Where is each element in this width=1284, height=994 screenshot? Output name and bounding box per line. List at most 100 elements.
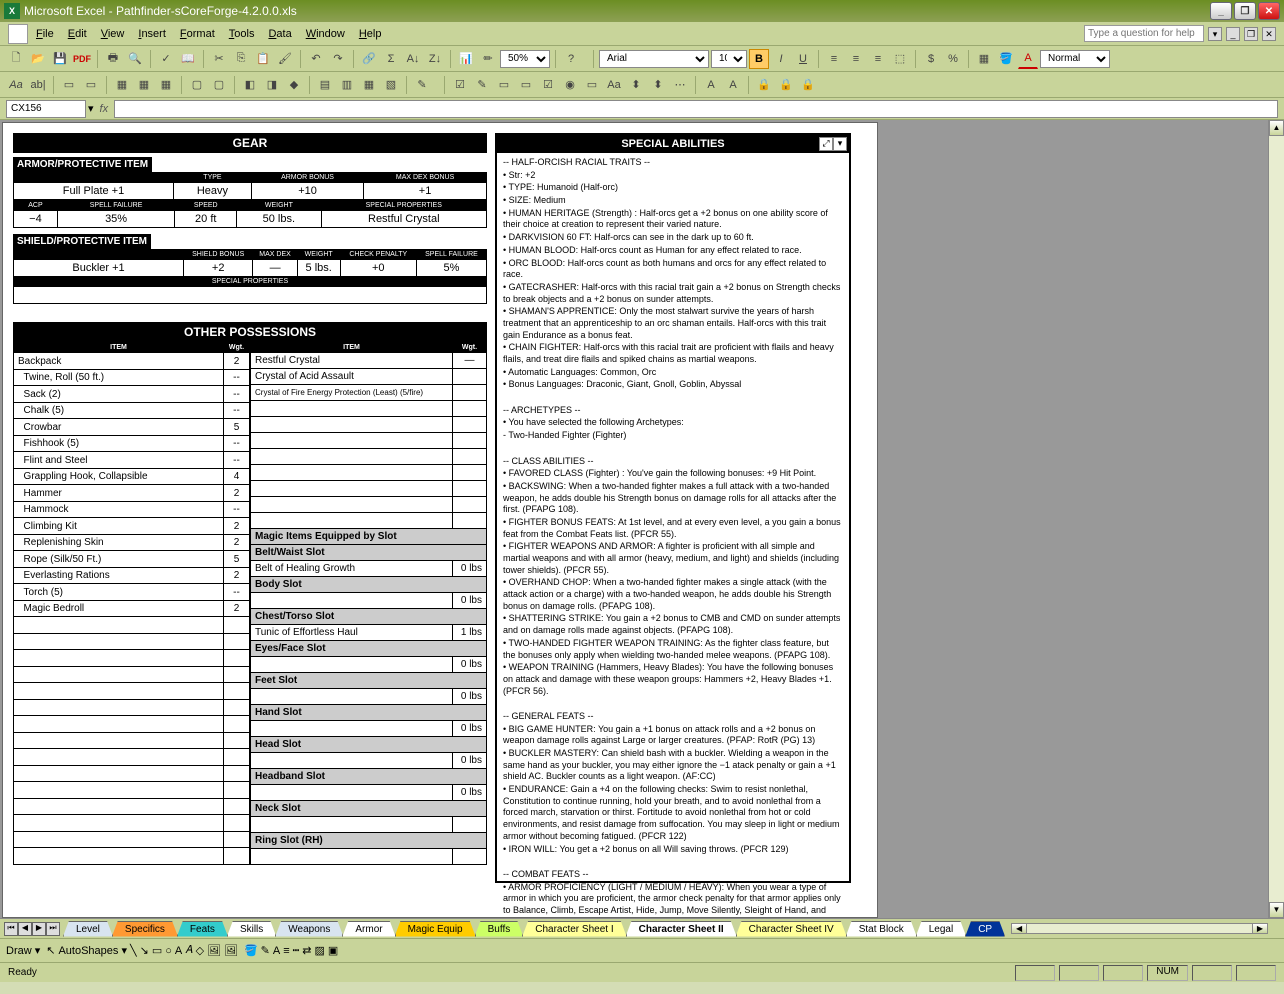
misc2-icon[interactable]: ◨ <box>262 75 282 95</box>
hyperlink-icon[interactable]: 🔗 <box>359 49 379 69</box>
misc1-icon[interactable]: ◧ <box>240 75 260 95</box>
draw-menu[interactable]: Draw ▾ <box>6 944 40 957</box>
linecolor-icon[interactable]: ✎ <box>261 944 270 957</box>
hscroll-left-icon[interactable]: ◀ <box>1011 923 1027 934</box>
arrowstyle-icon[interactable]: ⇄ <box>302 944 311 957</box>
undo-icon[interactable]: ↶ <box>306 49 326 69</box>
window1-icon[interactable]: ▭ <box>59 75 79 95</box>
misc3-icon[interactable]: ◆ <box>284 75 304 95</box>
redo-icon[interactable]: ↷ <box>328 49 348 69</box>
group-icon[interactable]: ▭ <box>582 75 602 95</box>
menu-tools[interactable]: Tools <box>229 28 255 40</box>
form1-icon[interactable]: ▢ <box>187 75 207 95</box>
scroll-down-icon[interactable]: ▼ <box>1269 902 1284 918</box>
new-icon[interactable]: 🗋 <box>6 49 26 69</box>
ab-icon[interactable]: ab| <box>28 75 48 95</box>
help-question-box[interactable] <box>1084 25 1204 42</box>
combo-icon[interactable]: ▭ <box>494 75 514 95</box>
shadow-icon[interactable]: ▨ <box>315 944 325 957</box>
arrow-icon[interactable]: ↘ <box>140 944 149 957</box>
lock-icon[interactable]: 🔒 <box>754 75 774 95</box>
sheet-tab-weapons[interactable]: Weapons <box>275 921 343 937</box>
formula-input[interactable] <box>114 100 1278 118</box>
radio-icon[interactable]: ◉ <box>560 75 580 95</box>
misc5-icon[interactable]: ▥ <box>337 75 357 95</box>
tab-prev-icon[interactable]: ◀ <box>18 922 32 936</box>
menu-help[interactable]: Help <box>359 28 382 40</box>
paste-icon[interactable]: 📋 <box>253 49 273 69</box>
more-icon[interactable]: ⋯ <box>670 75 690 95</box>
cut-icon[interactable]: ✂ <box>209 49 229 69</box>
menu-edit[interactable]: Edit <box>68 28 87 40</box>
sheet-tab-armor[interactable]: Armor <box>342 921 395 937</box>
help-dropdown[interactable]: ▾ <box>1208 27 1222 41</box>
cb2-icon[interactable]: ☑ <box>538 75 558 95</box>
lock3-icon[interactable]: 🔒 <box>798 75 818 95</box>
menu-file[interactable]: File <box>36 28 54 40</box>
minimize-button[interactable]: _ <box>1210 2 1232 20</box>
form2-icon[interactable]: ▢ <box>209 75 229 95</box>
scroll-up-icon[interactable]: ▲ <box>1269 120 1284 136</box>
align-right-icon[interactable]: ≡ <box>868 49 888 69</box>
preview-icon[interactable]: 🔍 <box>125 49 145 69</box>
doc-close[interactable]: ✕ <box>1262 27 1276 41</box>
oval-icon[interactable]: ○ <box>165 945 172 957</box>
align-left-icon[interactable]: ≡ <box>824 49 844 69</box>
zoom-select[interactable]: 50% <box>500 50 550 68</box>
diagram-icon[interactable]: ◇ <box>196 944 204 957</box>
close-button[interactable]: ✕ <box>1258 2 1280 20</box>
fx-icon[interactable]: fx <box>100 103 109 115</box>
dash-icon[interactable]: ┅ <box>293 944 300 957</box>
research-icon[interactable]: 📖 <box>178 49 198 69</box>
sheet-area[interactable]: GEAR ARMOR/PROTECTIVE ITEM TYPEARMOR BON… <box>0 120 1268 918</box>
sheet-tab-character-sheet-iv[interactable]: Character Sheet IV <box>736 921 847 937</box>
save-icon[interactable]: 💾 <box>50 49 70 69</box>
autoshapes-menu[interactable]: AutoShapes ▾ <box>58 944 127 957</box>
drawing-icon[interactable]: ✏ <box>478 49 498 69</box>
font-size-select[interactable]: 10 <box>711 50 747 68</box>
menu-format[interactable]: Format <box>180 28 215 40</box>
wordart-icon[interactable]: 𝐴 <box>185 944 192 957</box>
fillcolor-icon[interactable]: 🪣 <box>244 944 258 957</box>
font-aa-icon[interactable]: Aa <box>6 75 26 95</box>
sheet-tab-level[interactable]: Level <box>63 921 113 937</box>
percent-icon[interactable]: % <box>943 49 963 69</box>
chart-icon[interactable]: 📊 <box>456 49 476 69</box>
line-icon[interactable]: ╲ <box>130 944 137 957</box>
misc4-icon[interactable]: ▤ <box>315 75 335 95</box>
help-icon[interactable]: ? <box>561 49 581 69</box>
menu-data[interactable]: Data <box>268 28 291 40</box>
sheet-tab-skills[interactable]: Skills <box>227 921 276 937</box>
tab-next-icon[interactable]: ▶ <box>32 922 46 936</box>
spell-icon[interactable]: ✓ <box>156 49 176 69</box>
fontcolor-icon[interactable]: A <box>273 945 280 957</box>
hscroll-right-icon[interactable]: ▶ <box>1252 923 1268 934</box>
edit2-icon[interactable]: ✎ <box>472 75 492 95</box>
label-icon[interactable]: Aa <box>604 75 624 95</box>
txtbox-icon[interactable]: A <box>723 75 743 95</box>
copy-icon[interactable]: ⎘ <box>231 49 251 69</box>
sheet-tab-specifics[interactable]: Specifics <box>112 921 178 937</box>
menu-view[interactable]: View <box>101 28 125 40</box>
vertical-scrollbar[interactable]: ▲ ▼ <box>1268 120 1284 918</box>
sheet-tab-character-sheet-ii[interactable]: Character Sheet II <box>626 921 737 937</box>
align-center-icon[interactable]: ≡ <box>846 49 866 69</box>
borders-icon[interactable]: ▦ <box>974 49 994 69</box>
doc-minimize[interactable]: _ <box>1226 27 1240 41</box>
lineweight-icon[interactable]: ≡ <box>283 945 289 957</box>
menu-insert[interactable]: Insert <box>138 28 166 40</box>
cb-icon[interactable]: ☑ <box>450 75 470 95</box>
grid3-icon[interactable]: ▦ <box>156 75 176 95</box>
abilities-ctrl-2[interactable]: ▾ <box>833 137 847 151</box>
menu-window[interactable]: Window <box>306 28 345 40</box>
rect-icon[interactable]: ▭ <box>152 944 162 957</box>
font-color-icon[interactable]: A <box>1018 49 1038 69</box>
sort-desc-icon[interactable]: Z↓ <box>425 49 445 69</box>
tab-first-icon[interactable]: ⏮ <box>4 922 18 936</box>
textbox-icon[interactable]: A <box>175 945 182 957</box>
print-icon[interactable]: 🖶 <box>103 49 123 69</box>
sheet-tab-magic-equip[interactable]: Magic Equip <box>395 921 476 937</box>
underline-button[interactable]: U <box>793 49 813 69</box>
sheet-tab-feats[interactable]: Feats <box>177 921 228 937</box>
picture-icon[interactable]: 🖼 <box>224 944 238 957</box>
